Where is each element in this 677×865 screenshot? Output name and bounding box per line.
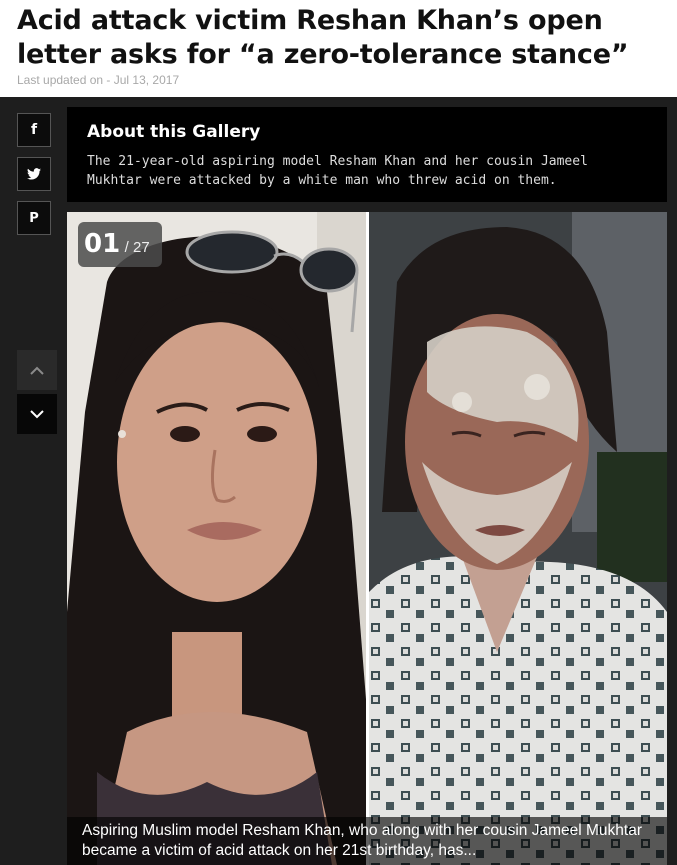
facebook-share-button[interactable]: f: [17, 113, 51, 147]
gallery-prev-button[interactable]: [17, 350, 57, 390]
about-gallery-description: The 21-year-old aspiring model Resham Kh…: [87, 154, 588, 188]
pinterest-share-button[interactable]: P: [17, 201, 51, 235]
last-updated: Last updated on - Jul 13, 2017: [17, 73, 180, 87]
slide-counter: 01 / 27: [78, 222, 162, 267]
about-gallery-heading: About this Gallery: [87, 122, 261, 142]
photo-caption: Aspiring Muslim model Resham Khan, who a…: [67, 817, 667, 865]
about-gallery-panel: About this Gallery The 21-year-old aspir…: [67, 107, 667, 202]
chevron-up-icon: [30, 366, 44, 375]
article-title: Acid attack victim Reshan Khan’s open le…: [17, 5, 629, 70]
gallery-next-button[interactable]: [17, 394, 57, 434]
facebook-icon: f: [30, 122, 38, 138]
slide-counter-total: / 27: [124, 239, 150, 256]
article-header: Acid attack victim Reshan Khan’s open le…: [0, 0, 677, 97]
twitter-share-button[interactable]: [17, 157, 51, 191]
twitter-icon: [27, 168, 41, 180]
gallery-image: [67, 212, 667, 865]
gallery-photo[interactable]: 01 / 27 Aspiring Muslim model Resham Kha…: [67, 212, 667, 865]
slide-counter-current: 01: [84, 229, 121, 259]
pinterest-icon: P: [29, 210, 39, 226]
chevron-down-icon: [30, 409, 44, 418]
